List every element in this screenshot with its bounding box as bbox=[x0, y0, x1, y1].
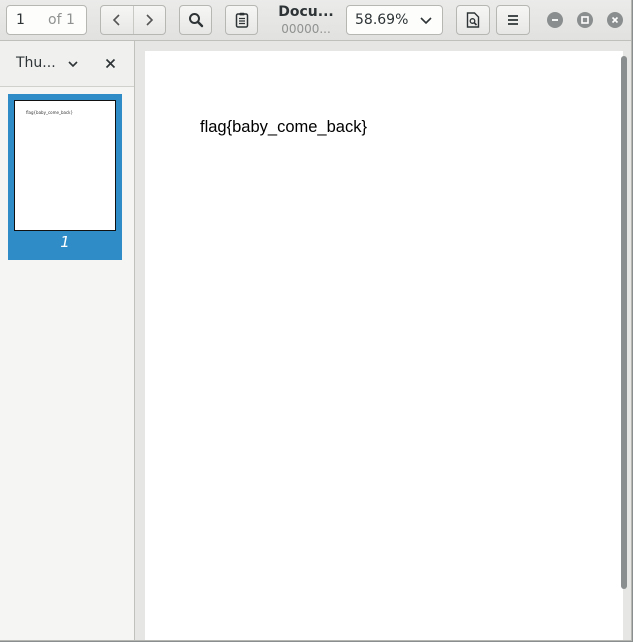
chevron-right-icon bbox=[146, 14, 154, 26]
chevron-down-icon[interactable] bbox=[67, 58, 79, 70]
thumbnail-item-page-1[interactable]: flag{baby_come_back} 1 bbox=[8, 94, 122, 260]
thumbnail-page-label: 1 bbox=[60, 233, 70, 251]
maximize-icon bbox=[581, 16, 589, 24]
clipboard-icon bbox=[235, 12, 248, 28]
vertical-scrollbar[interactable] bbox=[621, 56, 627, 589]
close-sidebar-icon[interactable] bbox=[105, 58, 116, 69]
chevron-left-icon bbox=[112, 14, 120, 26]
page-number-entry[interactable]: 1 of 1 bbox=[6, 5, 87, 35]
minimize-button[interactable] bbox=[547, 12, 563, 28]
close-icon bbox=[611, 16, 619, 24]
document-title: Docu... bbox=[278, 4, 334, 20]
page-navigation-group bbox=[100, 5, 166, 35]
page-number-value[interactable]: 1 bbox=[16, 12, 38, 28]
close-window-button[interactable] bbox=[607, 12, 623, 28]
maximize-button[interactable] bbox=[577, 12, 593, 28]
document-subtitle: 00000... bbox=[281, 22, 331, 36]
header-bar: 1 of 1 Docu... 00000... 58.69% bbox=[0, 0, 631, 41]
window-title: Docu... 00000... bbox=[276, 3, 336, 37]
document-viewer-window: 1 of 1 Docu... 00000... 58.69% Thu... fl… bbox=[0, 0, 632, 641]
main-menu-button[interactable] bbox=[496, 5, 530, 35]
zoom-value[interactable]: 58.69% bbox=[355, 12, 419, 28]
document-page[interactable]: flag{baby_come_back} bbox=[145, 51, 623, 640]
sidebar-header: Thu... bbox=[0, 41, 134, 87]
send-to-button[interactable] bbox=[456, 5, 490, 35]
search-button[interactable] bbox=[179, 5, 212, 35]
hamburger-menu-icon bbox=[508, 15, 518, 25]
page-text: flag{baby_come_back} bbox=[200, 118, 367, 136]
zoom-selector[interactable]: 58.69% bbox=[346, 5, 443, 35]
minimize-icon bbox=[552, 19, 558, 21]
search-icon bbox=[188, 13, 203, 28]
next-page-button[interactable] bbox=[132, 6, 166, 34]
document-send-icon bbox=[466, 12, 480, 28]
document-view[interactable]: flag{baby_come_back} bbox=[135, 41, 631, 640]
chevron-down-icon[interactable] bbox=[419, 13, 433, 27]
annotations-button[interactable] bbox=[225, 5, 258, 35]
sidebar-mode-label[interactable]: Thu... bbox=[16, 55, 56, 71]
sidebar: Thu... flag{baby_come_back} 1 bbox=[0, 41, 135, 640]
page-total-label: of 1 bbox=[48, 12, 75, 28]
thumbnail-preview[interactable]: flag{baby_come_back} bbox=[14, 100, 116, 231]
previous-page-button[interactable] bbox=[101, 6, 133, 34]
thumbnail-preview-text: flag{baby_come_back} bbox=[26, 110, 74, 115]
